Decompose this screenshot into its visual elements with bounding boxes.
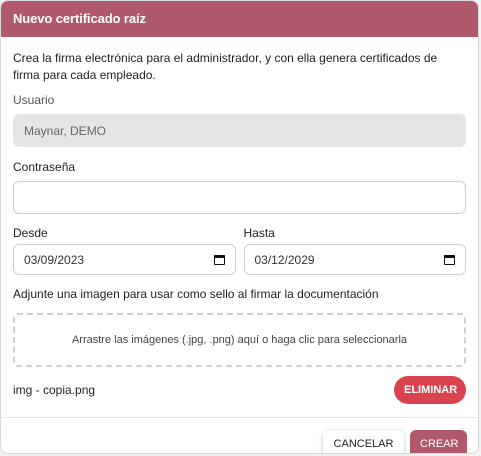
dialog-description: Crea la firma electrónica para el admini… bbox=[13, 51, 438, 82]
password-field[interactable] bbox=[13, 181, 466, 214]
usuario-field: Maynar, DEMO bbox=[13, 114, 466, 147]
cancel-button[interactable]: CANCELAR bbox=[323, 430, 404, 453]
desde-group: Desde 03/09/2023 bbox=[13, 226, 236, 275]
desde-date-field[interactable]: 03/09/2023 bbox=[13, 244, 236, 275]
hasta-group: Hasta 03/12/2029 bbox=[243, 226, 466, 275]
dropzone-text: Arrastre las imágenes (.jpg, .png) aquí … bbox=[71, 334, 408, 346]
desde-value: 03/09/2023 bbox=[24, 252, 85, 267]
hasta-label: Hasta bbox=[243, 226, 275, 240]
create-button[interactable]: CREAR bbox=[410, 430, 467, 453]
dialog-title: Nuevo certificado raíz bbox=[1, 1, 478, 37]
attached-file-name: img - copia.png bbox=[13, 383, 96, 397]
calendar-icon[interactable] bbox=[213, 254, 225, 265]
stamp-label: Adjunte una imagen para usar como sello … bbox=[13, 287, 379, 301]
dialog-footer: CANCELAR CREAR bbox=[1, 418, 478, 453]
image-dropzone[interactable]: Arrastre las imágenes (.jpg, .png) aquí … bbox=[13, 313, 466, 367]
password-label: Contraseña bbox=[13, 160, 76, 174]
hasta-value: 03/12/2029 bbox=[254, 252, 315, 267]
dialog-body: Crea la firma electrónica para el admini… bbox=[1, 50, 478, 404]
date-range-row: Desde 03/09/2023 Hasta 03/12/2029 bbox=[13, 226, 466, 275]
desde-label: Desde bbox=[13, 226, 48, 240]
usuario-value: Maynar, DEMO bbox=[24, 123, 107, 138]
hasta-date-field[interactable]: 03/12/2029 bbox=[243, 244, 466, 275]
calendar-icon[interactable] bbox=[444, 254, 455, 265]
usuario-label: Usuario bbox=[13, 93, 55, 107]
attached-file-row: img - copia.png ELIMINAR bbox=[13, 376, 466, 404]
new-root-certificate-dialog: Nuevo certificado raíz Crea la firma ele… bbox=[0, 0, 479, 454]
delete-image-button[interactable]: ELIMINAR bbox=[394, 376, 466, 404]
